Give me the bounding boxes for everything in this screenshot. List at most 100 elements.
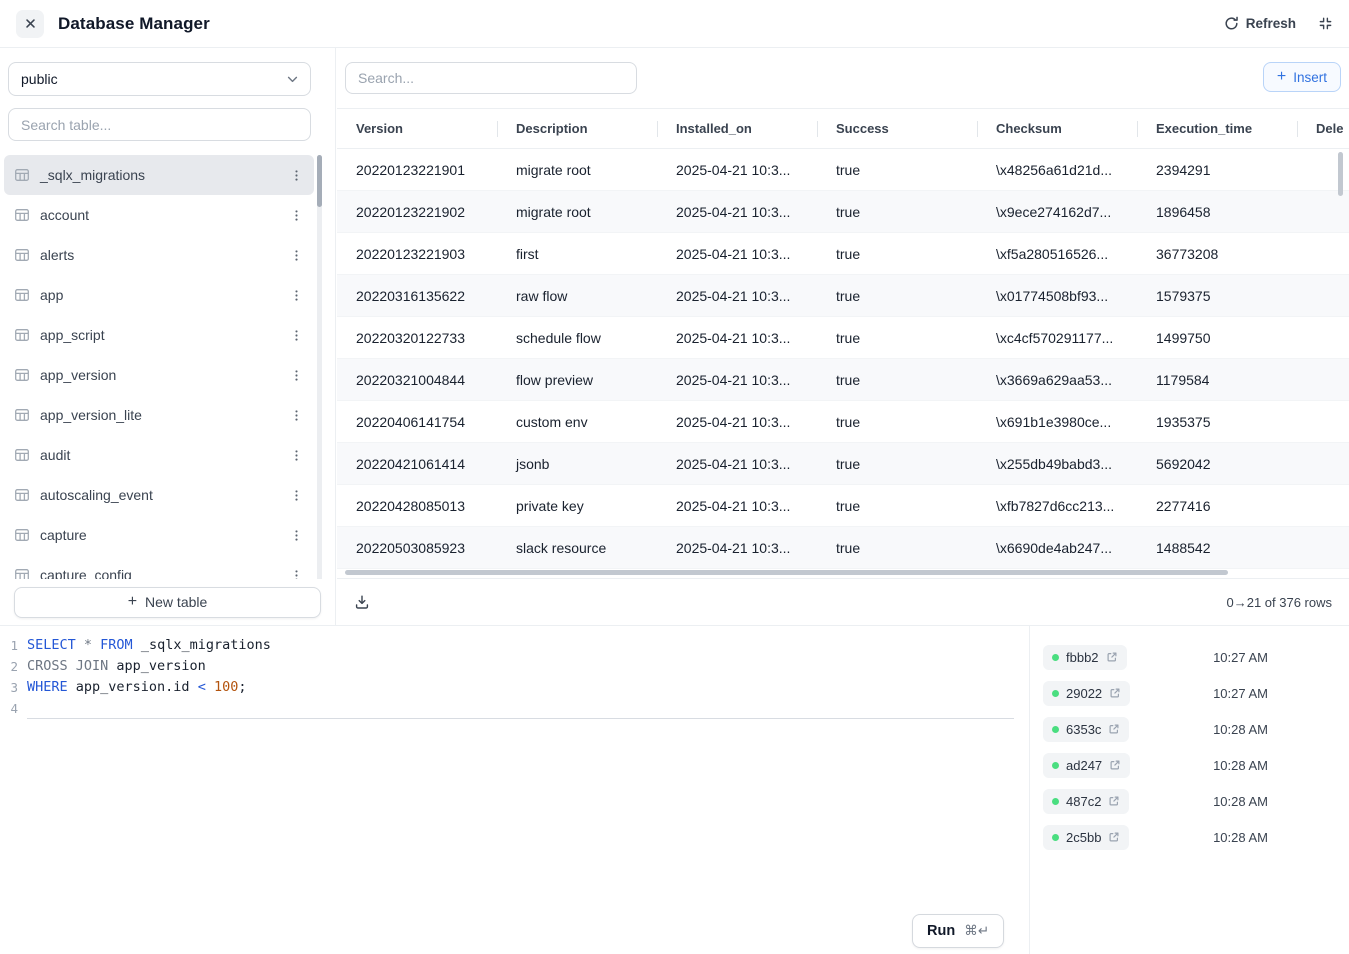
insert-button[interactable]: + Insert — [1263, 62, 1341, 92]
sidebar-table-item-audit[interactable]: audit — [4, 435, 314, 475]
new-table-button[interactable]: + New table — [14, 587, 321, 618]
code-line-2[interactable]: 2CROSS JOIN app_version — [0, 656, 1029, 677]
table-cell[interactable]: 20220123221902 — [337, 191, 497, 233]
table-cell[interactable]: 1579375 — [1137, 275, 1297, 317]
table-cell[interactable]: \x9ece274162d7... — [977, 191, 1137, 233]
table-options-button[interactable] — [286, 282, 306, 308]
table-cell[interactable]: 2025-04-21 10:3... — [657, 485, 817, 527]
table-options-button[interactable] — [286, 402, 306, 428]
table-cell[interactable]: 20220428085013 — [337, 485, 497, 527]
table-row[interactable]: 20220321004844flow preview2025-04-21 10:… — [337, 359, 1349, 401]
sidebar-scrollbar-thumb[interactable] — [317, 155, 322, 207]
table-cell[interactable]: 20220123221901 — [337, 149, 497, 191]
table-cell[interactable]: \xfb7827d6cc213... — [977, 485, 1137, 527]
vertical-scrollbar[interactable] — [1338, 152, 1343, 196]
table-cell[interactable]: true — [817, 527, 977, 569]
table-cell[interactable]: 2025-04-21 10:3... — [657, 527, 817, 569]
table-cell[interactable]: migrate root — [497, 149, 657, 191]
table-cell[interactable]: true — [817, 275, 977, 317]
horizontal-scrollbar[interactable] — [345, 570, 1228, 575]
table-cell[interactable]: 1179584 — [1137, 359, 1297, 401]
column-header-dele[interactable]: Dele — [1297, 109, 1349, 149]
run-result-chip[interactable]: 2c5bb — [1043, 825, 1129, 850]
table-cell[interactable]: \x255db49babd3... — [977, 443, 1137, 485]
sidebar-table-item-account[interactable]: account — [4, 195, 314, 235]
table-cell[interactable]: 2394291 — [1137, 149, 1297, 191]
table-cell[interactable]: 5692042 — [1137, 443, 1297, 485]
sidebar-table-item-app[interactable]: app — [4, 275, 314, 315]
table-cell[interactable]: true — [817, 443, 977, 485]
table-row[interactable]: 20220316135622raw flow2025-04-21 10:3...… — [337, 275, 1349, 317]
table-cell[interactable]: \x6690de4ab247... — [977, 527, 1137, 569]
sidebar-table-item-alerts[interactable]: alerts — [4, 235, 314, 275]
table-search-input[interactable] — [8, 108, 311, 141]
table-cell[interactable] — [1297, 317, 1349, 359]
table-cell[interactable]: true — [817, 359, 977, 401]
table-cell[interactable]: 20220503085923 — [337, 527, 497, 569]
table-cell[interactable]: 2025-04-21 10:3... — [657, 443, 817, 485]
table-row[interactable]: 20220123221902migrate root2025-04-21 10:… — [337, 191, 1349, 233]
table-cell[interactable]: first — [497, 233, 657, 275]
table-cell[interactable]: true — [817, 233, 977, 275]
table-cell[interactable] — [1297, 191, 1349, 233]
table-cell[interactable]: 20220321004844 — [337, 359, 497, 401]
table-cell[interactable] — [1297, 401, 1349, 443]
table-cell[interactable]: 36773208 — [1137, 233, 1297, 275]
table-cell[interactable]: private key — [497, 485, 657, 527]
table-row[interactable]: 20220123221901migrate root2025-04-21 10:… — [337, 149, 1349, 191]
column-header-success[interactable]: Success — [817, 109, 977, 149]
table-row[interactable]: 20220406141754custom env2025-04-21 10:3.… — [337, 401, 1349, 443]
table-options-button[interactable] — [286, 242, 306, 268]
table-cell[interactable]: flow preview — [497, 359, 657, 401]
table-cell[interactable]: true — [817, 191, 977, 233]
table-row[interactable]: 20220428085013private key2025-04-21 10:3… — [337, 485, 1349, 527]
table-cell[interactable]: 20220406141754 — [337, 401, 497, 443]
table-cell[interactable]: 20220316135622 — [337, 275, 497, 317]
table-cell[interactable]: jsonb — [497, 443, 657, 485]
column-header-checksum[interactable]: Checksum — [977, 109, 1137, 149]
table-cell[interactable]: 20220123221903 — [337, 233, 497, 275]
table-options-button[interactable] — [286, 202, 306, 228]
run-result-chip[interactable]: fbbb2 — [1043, 645, 1127, 670]
code-text[interactable]: CROSS JOIN app_version — [27, 656, 1029, 677]
table-cell[interactable] — [1297, 233, 1349, 275]
run-result-chip[interactable]: ad247 — [1043, 753, 1130, 778]
table-options-button[interactable] — [286, 522, 306, 548]
column-header-description[interactable]: Description — [497, 109, 657, 149]
table-options-button[interactable] — [286, 482, 306, 508]
rows-search-input[interactable] — [345, 62, 637, 94]
table-cell[interactable] — [1297, 359, 1349, 401]
table-cell[interactable]: \x3669a629aa53... — [977, 359, 1137, 401]
table-cell[interactable]: \xc4cf570291177... — [977, 317, 1137, 359]
table-cell[interactable] — [1297, 275, 1349, 317]
table-cell[interactable]: \x691b1e3980ce... — [977, 401, 1137, 443]
table-cell[interactable]: true — [817, 485, 977, 527]
run-button[interactable]: Run ⌘↵ — [912, 914, 1004, 948]
table-cell[interactable]: 2025-04-21 10:3... — [657, 275, 817, 317]
table-cell[interactable]: 1499750 — [1137, 317, 1297, 359]
table-cell[interactable] — [1297, 527, 1349, 569]
table-cell[interactable]: 2025-04-21 10:3... — [657, 191, 817, 233]
table-cell[interactable]: true — [817, 317, 977, 359]
table-options-button[interactable] — [286, 322, 306, 348]
code-line-1[interactable]: 1SELECT * FROM _sqlx_migrations — [0, 635, 1029, 656]
table-cell[interactable]: true — [817, 401, 977, 443]
run-result-chip[interactable]: 487c2 — [1043, 789, 1129, 814]
table-cell[interactable]: 20220320122733 — [337, 317, 497, 359]
table-cell[interactable]: true — [817, 149, 977, 191]
table-cell[interactable]: raw flow — [497, 275, 657, 317]
table-cell[interactable]: 2025-04-21 10:3... — [657, 359, 817, 401]
sidebar-table-item-capture[interactable]: capture — [4, 515, 314, 555]
table-cell[interactable]: custom env — [497, 401, 657, 443]
run-result-chip[interactable]: 29022 — [1043, 681, 1130, 706]
sidebar-table-item-autoscaling_event[interactable]: autoscaling_event — [4, 475, 314, 515]
table-cell[interactable]: \xf5a280516526... — [977, 233, 1137, 275]
table-cell[interactable]: 2025-04-21 10:3... — [657, 317, 817, 359]
table-cell[interactable]: 2025-04-21 10:3... — [657, 149, 817, 191]
table-cell[interactable]: 2277416 — [1137, 485, 1297, 527]
table-cell[interactable]: \x01774508bf93... — [977, 275, 1137, 317]
table-row[interactable]: 20220320122733schedule flow2025-04-21 10… — [337, 317, 1349, 359]
table-cell[interactable]: migrate root — [497, 191, 657, 233]
code-text[interactable]: SELECT * FROM _sqlx_migrations — [27, 635, 1029, 656]
code-text[interactable]: WHERE app_version.id < 100; — [27, 677, 1029, 698]
